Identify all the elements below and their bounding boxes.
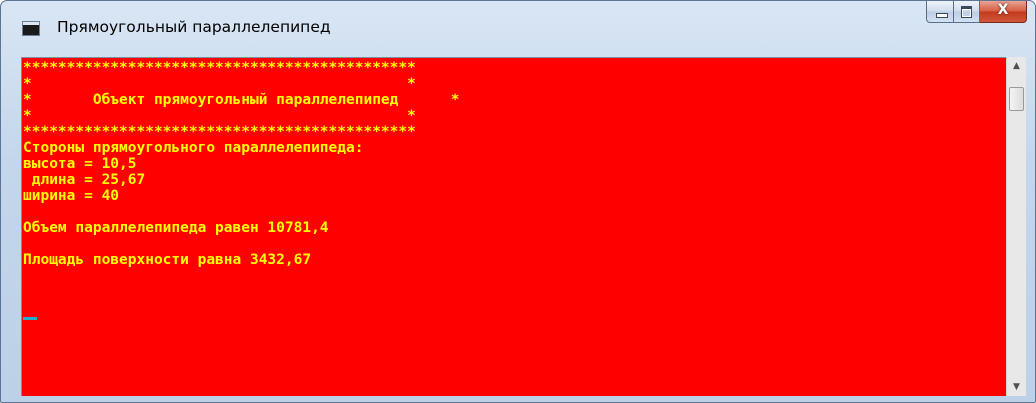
scroll-up-icon[interactable]: ▲ bbox=[1007, 57, 1026, 75]
console-line: * * bbox=[23, 76, 416, 92]
minimize-icon bbox=[936, 13, 948, 18]
console-line: Площадь поверхности равна 3432,67 bbox=[23, 252, 312, 268]
console-line: ****************************************… bbox=[23, 124, 416, 140]
console-app-icon[interactable] bbox=[22, 21, 40, 36]
scroll-thumb[interactable] bbox=[1009, 87, 1024, 111]
minimize-button[interactable] bbox=[926, 1, 954, 23]
console-line: ****************************************… bbox=[23, 60, 416, 76]
console-line: * * bbox=[23, 108, 416, 124]
text-cursor bbox=[23, 317, 37, 320]
console-line: ширина = 40 bbox=[23, 188, 120, 204]
console-line: * Объект прямоугольный параллелепипед * bbox=[23, 92, 460, 108]
maximize-icon bbox=[961, 6, 972, 18]
vertical-scrollbar[interactable]: ▲ ▼ bbox=[1006, 57, 1026, 396]
window-title: Прямоугольный параллелепипед bbox=[57, 18, 331, 36]
console-line: высота = 10,5 bbox=[23, 156, 137, 172]
console-window: Прямоугольный параллелепипед X *********… bbox=[0, 0, 1036, 403]
close-button[interactable]: X bbox=[980, 1, 1027, 23]
maximize-button[interactable] bbox=[954, 1, 980, 23]
title-bar[interactable]: Прямоугольный параллелепипед X bbox=[1, 1, 1035, 53]
scroll-down-icon[interactable]: ▼ bbox=[1007, 378, 1026, 396]
close-icon: X bbox=[997, 2, 1009, 18]
console-output[interactable]: ****************************************… bbox=[21, 57, 1006, 396]
console-line: Стороны прямоугольного параллелепипеда: bbox=[23, 140, 364, 156]
console-line: Объем параллелепипеда равен 10781,4 bbox=[23, 220, 329, 236]
caption-buttons: X bbox=[926, 1, 1027, 23]
console-line: длина = 25,67 bbox=[23, 172, 146, 188]
console-text: ****************************************… bbox=[22, 58, 1006, 268]
